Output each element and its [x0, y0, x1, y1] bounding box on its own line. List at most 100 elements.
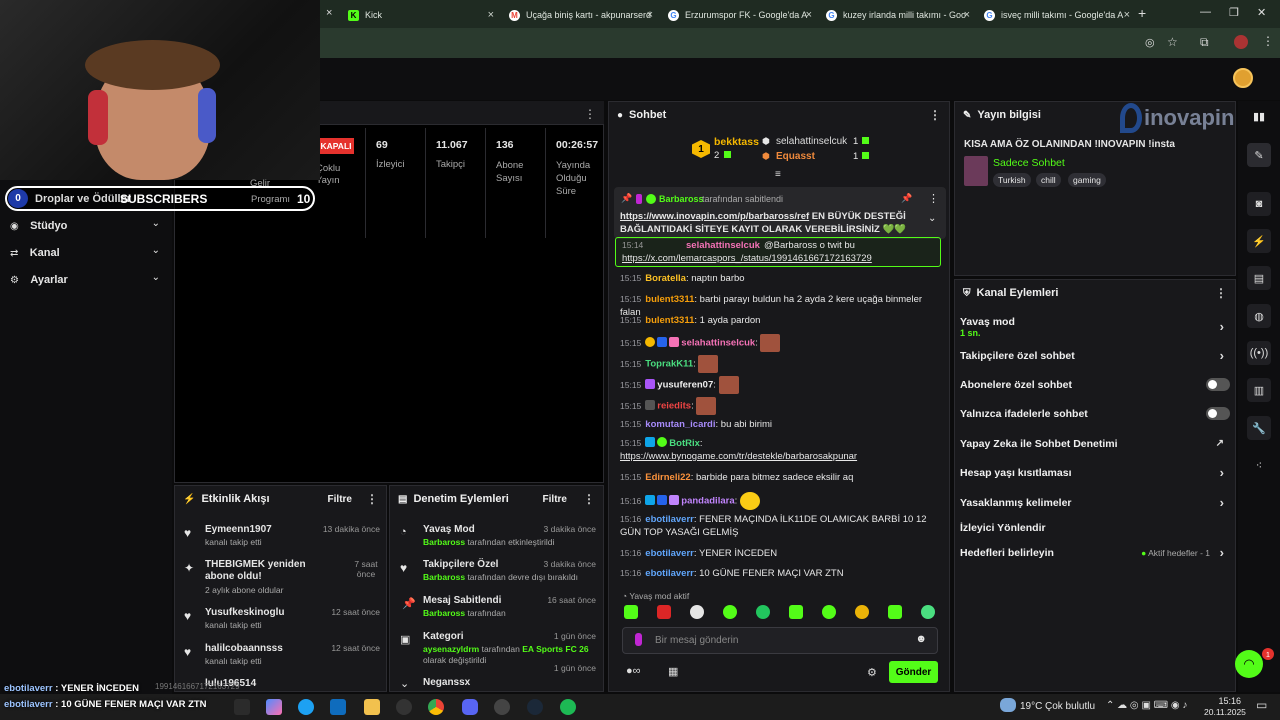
- close-icon[interactable]: ×: [647, 9, 653, 21]
- message-link[interactable]: https://www.bynogame.com/tr/destekle/bar…: [620, 451, 857, 462]
- gear-icon[interactable]: ⚙: [867, 666, 877, 679]
- camera-icon[interactable]: ◙: [1247, 192, 1271, 216]
- emote-icon[interactable]: [657, 605, 671, 619]
- profile-icon[interactable]: [1234, 35, 1248, 49]
- close-window-icon[interactable]: ✕: [1257, 6, 1266, 19]
- top-gifter-name[interactable]: selahattinselcuk: [776, 136, 847, 147]
- edit-icon[interactable]: ✎: [1247, 143, 1271, 167]
- message-user[interactable]: Boratella: [645, 273, 686, 284]
- pinned-link[interactable]: https://www.inovapin.com/p/barbaross/ref: [620, 211, 809, 222]
- more-icon[interactable]: ⋮: [929, 108, 941, 122]
- message-user[interactable]: ToprakK11: [645, 359, 693, 370]
- discord-icon[interactable]: [462, 699, 478, 715]
- drops-label[interactable]: Droplar ve Ödüller: [35, 193, 131, 205]
- emoji-icon[interactable]: ☻: [915, 633, 927, 645]
- emote-icon[interactable]: [921, 605, 935, 619]
- chevron-down-icon[interactable]: ⌄: [928, 213, 936, 224]
- toggle-switch[interactable]: [1206, 378, 1230, 391]
- message-user[interactable]: selahattinselcuk: [686, 240, 760, 251]
- message-user[interactable]: komutan_icardi: [645, 419, 715, 430]
- close-icon[interactable]: ×: [964, 9, 970, 21]
- store-icon[interactable]: ▦: [668, 665, 678, 678]
- emote-icon[interactable]: [690, 605, 704, 619]
- action-subscribers-only[interactable]: Abonelere özel sohbet: [960, 378, 1230, 391]
- message-user[interactable]: ebotilaverr: [645, 568, 694, 579]
- eye-off-icon[interactable]: ◎: [1145, 36, 1155, 49]
- action-account-age[interactable]: Hesap yaşı kısıtlaması ›: [960, 465, 1230, 480]
- action-ai-moderation[interactable]: Yapay Zeka ile Sohbet Denetimi ↗: [960, 438, 1230, 450]
- tab-gmail[interactable]: M Uçağa biniş kartı - akpunarserd ×: [501, 4, 657, 26]
- message-user[interactable]: ebotilaverr: [645, 514, 694, 525]
- toggle-switch[interactable]: [1206, 407, 1230, 420]
- sidebar-item-settings[interactable]: ⚙ Ayarlar ⌄: [10, 272, 160, 286]
- stream-category[interactable]: Sadece Sohbet: [993, 157, 1065, 169]
- tab-google-erzurumspor[interactable]: G Erzurumspor FK - Google'da A ×: [660, 4, 816, 26]
- message-user[interactable]: reiedits: [657, 401, 691, 412]
- more-icon[interactable]: ⋮: [1215, 286, 1227, 300]
- more-icon[interactable]: ⋮: [928, 192, 939, 205]
- filter-button[interactable]: Filtre: [328, 494, 352, 505]
- message-user[interactable]: bulent3311: [645, 294, 694, 305]
- sidebar-item-channel[interactable]: ⇄ Kanal ⌄: [10, 245, 160, 259]
- xbox-icon[interactable]: [396, 699, 412, 715]
- chrome-icon[interactable]: [428, 699, 444, 715]
- support-icon[interactable]: ◠: [1235, 650, 1263, 678]
- message-user[interactable]: ebotilaverr: [645, 548, 694, 559]
- folder-icon[interactable]: [364, 699, 380, 715]
- points-icon[interactable]: ●∞: [626, 665, 641, 677]
- tab-google-kuzey[interactable]: G kuzey irlanda milli takımı - Goo ×: [818, 4, 974, 26]
- chat-input[interactable]: Bir mesaj gönderin ☻: [622, 627, 938, 654]
- task-view-icon[interactable]: [234, 699, 250, 715]
- more-icon[interactable]: ⋮: [584, 107, 596, 121]
- stream-tag[interactable]: chill: [1036, 173, 1061, 187]
- notifications-icon[interactable]: ▭: [1256, 698, 1267, 712]
- collapse-icon[interactable]: ▮▮: [1253, 110, 1265, 123]
- chat-bubble-icon[interactable]: ◍: [1247, 304, 1271, 328]
- action-banned-words[interactable]: Yasaklanmış kelimeler ›: [960, 495, 1230, 510]
- close-icon[interactable]: ×: [806, 9, 812, 21]
- top-gifter-name[interactable]: Equasst: [776, 151, 815, 162]
- new-tab-button[interactable]: +: [1138, 5, 1146, 21]
- edge-icon[interactable]: [298, 699, 314, 715]
- close-icon[interactable]: ×: [1124, 9, 1130, 21]
- minimize-icon[interactable]: —: [1200, 6, 1211, 18]
- pin-icon[interactable]: 📌: [901, 193, 912, 204]
- restore-icon[interactable]: ❐: [1229, 6, 1239, 19]
- message-user[interactable]: bulent3311: [645, 315, 694, 326]
- lightning-icon[interactable]: ⚡: [1247, 229, 1271, 253]
- more-icon[interactable]: ⋮: [583, 492, 595, 506]
- emote-icon[interactable]: [822, 605, 836, 619]
- emote-icon[interactable]: [789, 605, 803, 619]
- message-user[interactable]: BotRix: [669, 438, 700, 449]
- filter-button[interactable]: Filtre: [543, 494, 567, 505]
- avatar[interactable]: [1233, 68, 1253, 88]
- action-slow-mode[interactable]: Yavaş mod 1 sn. ›: [960, 316, 1230, 338]
- layout-icon[interactable]: ▥: [1247, 378, 1271, 402]
- document-icon[interactable]: ▤: [1247, 266, 1271, 290]
- spotify-icon[interactable]: [560, 699, 576, 715]
- broadcast-icon[interactable]: ((•)): [1247, 341, 1271, 365]
- message-user[interactable]: Edirneli22: [645, 472, 690, 483]
- dots-cluster-icon[interactable]: ⁖: [1247, 453, 1271, 477]
- filter-lines-icon[interactable]: ≡: [775, 169, 781, 180]
- action-set-goals[interactable]: Hedefleri belirleyin ● Aktif hedefler - 1…: [960, 545, 1230, 560]
- action-redirect-viewers[interactable]: İzleyici Yönlendir: [960, 522, 1230, 534]
- extensions-icon[interactable]: ⧉: [1200, 35, 1209, 50]
- close-icon[interactable]: ×: [326, 7, 332, 19]
- action-followers-only[interactable]: Takipçilere özel sohbet ›: [960, 348, 1230, 363]
- close-icon[interactable]: ×: [488, 9, 494, 21]
- message-user[interactable]: pandadilara: [681, 496, 734, 507]
- stream-tag[interactable]: Turkish: [993, 173, 1031, 187]
- star-icon[interactable]: ☆: [1167, 35, 1178, 49]
- wrench-icon[interactable]: 🔧: [1247, 416, 1271, 440]
- action-emote-only[interactable]: Yalnızca ifadelerle sohbet: [960, 407, 1230, 420]
- message-user[interactable]: selahattinselcuk: [681, 338, 755, 349]
- emote-icon[interactable]: [624, 605, 638, 619]
- store-icon[interactable]: [330, 699, 346, 715]
- emote-icon[interactable]: [855, 605, 869, 619]
- obs-icon[interactable]: [494, 699, 510, 715]
- message-user[interactable]: yusuferen07: [657, 380, 713, 391]
- steam-icon[interactable]: [527, 699, 543, 715]
- emote-icon[interactable]: [756, 605, 770, 619]
- tray-icons[interactable]: ⌃ ☁ ◎ ▣ ⌨ ◉ ♪: [1106, 700, 1187, 711]
